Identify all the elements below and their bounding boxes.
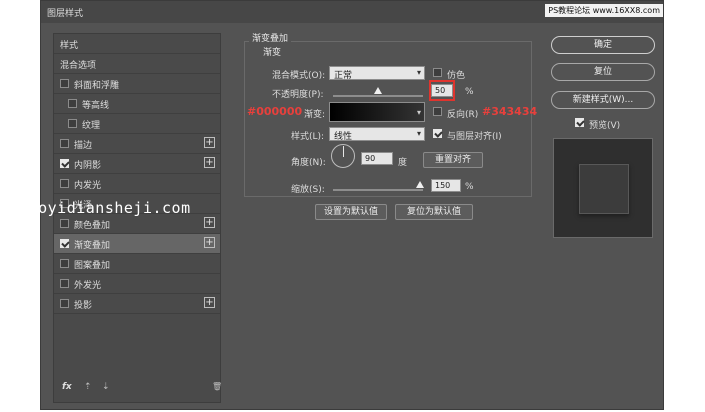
style-label: 混合选项 — [60, 61, 97, 71]
style-label: 内阴影 — [74, 161, 102, 171]
scale-unit: % — [465, 182, 474, 192]
scale-input[interactable]: 150 — [431, 179, 461, 192]
watermark: PS教程论坛 www.16XX8.com — [545, 4, 663, 17]
styles-list-item[interactable]: 样式 — [54, 34, 220, 54]
chevron-down-icon: ▾ — [416, 129, 421, 138]
scale-value: 150 — [435, 181, 451, 190]
angle-label: 角度(N): — [291, 158, 326, 168]
styles-list-item[interactable]: 等高线 — [54, 94, 220, 114]
styles-list-footer: fx ⇡ ⇣ 🗑 — [62, 382, 222, 398]
styles-list-item[interactable]: 纹理 — [54, 114, 220, 134]
opacity-unit: % — [465, 87, 474, 97]
style-label: 描边 — [74, 141, 93, 151]
styles-list-item[interactable]: 内发光 — [54, 174, 220, 194]
gradient-subsection-title: 渐变 — [263, 48, 282, 58]
style-checkbox[interactable] — [60, 219, 69, 228]
annotation-color-right: #343434 — [482, 105, 538, 118]
chevron-down-icon: ▾ — [416, 68, 421, 77]
angle-value: 90 — [365, 154, 376, 163]
reverse-checkbox[interactable] — [433, 107, 442, 116]
opacity-slider-track[interactable] — [333, 95, 423, 97]
reverse-label: 反向(R) — [447, 110, 479, 120]
style-checkbox[interactable] — [60, 239, 69, 248]
style-checkbox[interactable] — [60, 159, 69, 168]
styles-list-item[interactable]: 描边 + — [54, 134, 220, 154]
make-default-button[interactable]: 设置为默认值 — [315, 204, 387, 220]
styles-list-item[interactable]: 混合选项 — [54, 54, 220, 74]
scale-slider-track[interactable] — [333, 189, 423, 191]
style-checkbox[interactable] — [60, 179, 69, 188]
style-value: 线性 — [334, 132, 353, 142]
blend-mode-select[interactable]: 正常 ▾ — [329, 66, 425, 81]
site-overlay-text: z.haoyidiansheji.com — [0, 199, 191, 217]
reset-button[interactable]: 复位 — [551, 63, 655, 81]
styles-list-item[interactable]: 斜面和浮雕 — [54, 74, 220, 94]
style-label: 投影 — [74, 301, 93, 311]
styles-list: 样式 混合选项 斜面和浮雕 等高线 纹理 描边 + 内阴影 + 内发光 光泽 颜色叠加 + 渐变叠加 + 图案… — [53, 33, 222, 403]
blend-mode-label: 混合模式(O): — [272, 71, 326, 81]
title-bar: 图层样式 ✕ PS教程论坛 www.16XX8.com — [41, 1, 663, 23]
style-label: 等高线 — [82, 101, 110, 111]
dialog-title: 图层样式 — [47, 9, 84, 19]
reset-alignment-button[interactable]: 重置对齐 — [423, 152, 483, 168]
style-label: 内发光 — [74, 181, 102, 191]
gradient-overlay-title: 渐变叠加 — [249, 31, 292, 44]
style-checkbox[interactable] — [68, 99, 77, 108]
move-up-icon[interactable]: ⇡ — [84, 382, 92, 392]
opacity-label: 不透明度(P): — [272, 90, 324, 100]
annotation-color-left: #000000 — [247, 105, 303, 118]
style-label: 样式 — [60, 41, 79, 51]
style-label: 纹理 — [82, 121, 101, 131]
add-style-icon[interactable]: + — [204, 217, 215, 228]
align-with-layer-checkbox[interactable] — [433, 129, 442, 138]
style-label: 图案叠加 — [74, 261, 111, 271]
add-style-icon[interactable]: + — [204, 297, 215, 308]
style-label: 外发光 — [74, 281, 102, 291]
opacity-slider-thumb[interactable] — [374, 87, 382, 94]
gradient-label: 渐变: — [304, 110, 326, 120]
style-checkbox[interactable] — [60, 259, 69, 268]
gradient-swatch[interactable]: ▾ — [329, 102, 425, 122]
style-checkbox[interactable] — [60, 299, 69, 308]
style-preview — [553, 138, 653, 238]
align-with-layer-label: 与图层对齐(I) — [447, 132, 502, 142]
styles-list-item[interactable]: 渐变叠加 + — [54, 234, 220, 254]
styles-list-item[interactable]: 图案叠加 — [54, 254, 220, 274]
add-style-icon[interactable]: + — [204, 237, 215, 248]
scale-slider-thumb[interactable] — [416, 181, 425, 188]
add-style-icon[interactable]: + — [204, 137, 215, 148]
highlight-box — [429, 80, 455, 101]
style-checkbox[interactable] — [60, 79, 69, 88]
move-down-icon[interactable]: ⇣ — [102, 382, 110, 392]
style-label: 样式(L): — [291, 132, 325, 142]
fx-icon[interactable]: fx — [62, 382, 72, 392]
angle-input[interactable]: 90 — [361, 152, 393, 165]
angle-dial[interactable] — [331, 144, 355, 168]
preview-label: 预览(V) — [589, 121, 621, 131]
style-select[interactable]: 线性 ▾ — [329, 127, 425, 142]
angle-unit: 度 — [398, 158, 408, 168]
styles-list-item[interactable]: 外发光 — [54, 274, 220, 294]
dither-checkbox[interactable] — [433, 68, 442, 77]
preview-swatch — [579, 164, 629, 214]
preview-checkbox[interactable] — [575, 118, 584, 127]
style-label: 渐变叠加 — [74, 241, 111, 251]
new-style-button[interactable]: 新建样式(W)... — [551, 91, 655, 109]
ok-button[interactable]: 确定 — [551, 36, 655, 54]
style-checkbox[interactable] — [68, 119, 77, 128]
add-style-icon[interactable]: + — [204, 157, 215, 168]
trash-icon[interactable]: 🗑 — [212, 382, 222, 391]
style-checkbox[interactable] — [60, 139, 69, 148]
style-label: 颜色叠加 — [74, 221, 111, 231]
chevron-down-icon: ▾ — [416, 108, 421, 117]
styles-list-item[interactable]: 颜色叠加 + — [54, 214, 220, 234]
reset-to-default-button[interactable]: 复位为默认值 — [395, 204, 473, 220]
angle-dial-needle — [343, 146, 344, 157]
style-checkbox[interactable] — [60, 279, 69, 288]
blend-mode-value: 正常 — [334, 71, 353, 81]
scale-label: 缩放(S): — [291, 185, 325, 195]
style-label: 斜面和浮雕 — [74, 81, 120, 91]
styles-list-item[interactable]: 内阴影 + — [54, 154, 220, 174]
styles-list-item[interactable]: 投影 + — [54, 294, 220, 314]
